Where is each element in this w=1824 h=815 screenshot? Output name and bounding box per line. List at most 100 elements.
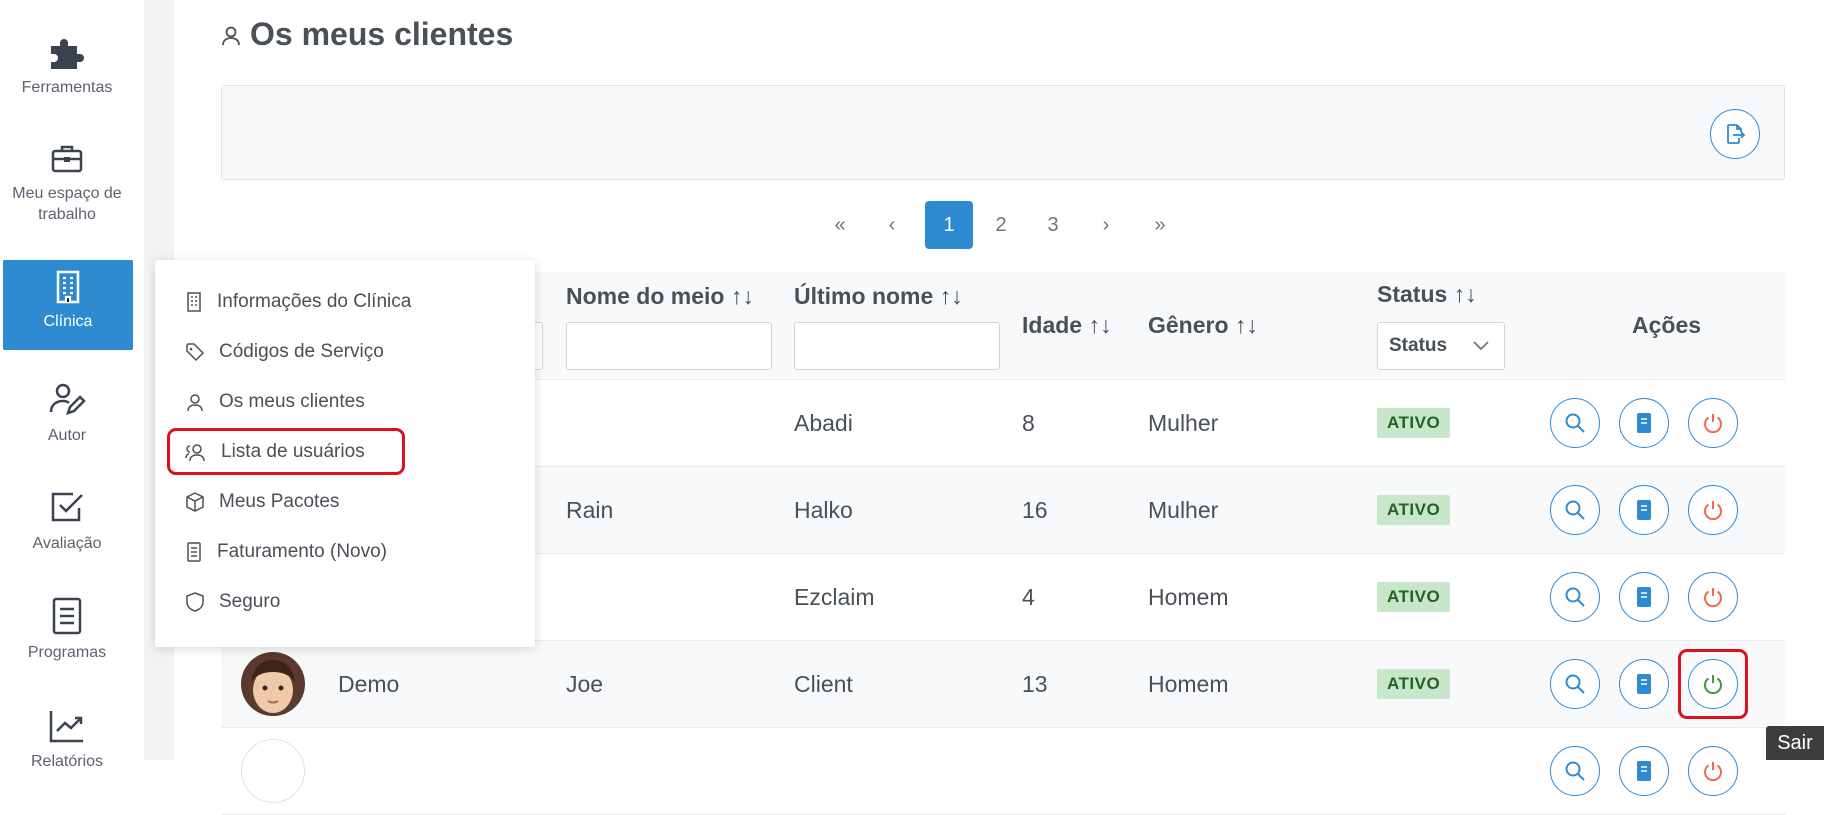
menu-item-label: Informações do Clínica <box>217 291 412 312</box>
chevron-down-icon <box>1473 341 1489 351</box>
search-icon <box>1565 761 1585 781</box>
cell-last-name: Abadi <box>794 409 853 436</box>
cell-last-name: Ezclaim <box>794 583 875 610</box>
page-title-text: Os meus clientes <box>250 16 514 52</box>
last-page-button[interactable]: » <box>1136 201 1184 249</box>
view-button[interactable] <box>1550 398 1600 448</box>
search-icon <box>1565 674 1585 694</box>
record-button[interactable] <box>1619 659 1669 709</box>
file-lines-icon <box>52 597 82 635</box>
clinic-menu: Informações do Clínica Códigos de Serviç… <box>155 260 535 647</box>
last-name-filter[interactable] <box>794 322 1000 370</box>
receipt-icon <box>187 542 201 562</box>
view-button[interactable] <box>1550 485 1600 535</box>
sidebar-item-programas[interactable]: Programas <box>0 597 134 663</box>
record-button[interactable] <box>1619 572 1669 622</box>
book-icon <box>1637 500 1651 520</box>
cell-last-name: Client <box>794 670 853 697</box>
deactivate-button[interactable] <box>1688 746 1738 796</box>
header-age[interactable]: Idade ↑↓ <box>1022 312 1111 339</box>
shield-icon <box>186 592 204 612</box>
cell-last-name: Halko <box>794 496 853 523</box>
deactivate-button[interactable] <box>1688 485 1738 535</box>
deactivate-button[interactable] <box>1688 398 1738 448</box>
cell-age: 8 <box>1022 409 1035 436</box>
menu-item-label: Códigos de Serviço <box>219 341 384 362</box>
cell-gender: Mulher <box>1148 496 1219 523</box>
child-photo-icon <box>241 652 305 716</box>
menu-item-insurance[interactable]: Seguro <box>185 587 280 617</box>
table-row: Demo Joe Client 13 Homem ATIVO <box>221 641 1785 728</box>
menu-item-service-codes[interactable]: Códigos de Serviço <box>185 337 384 367</box>
user-edit-icon <box>49 383 86 415</box>
sidebar-item-label: Autor <box>47 427 87 444</box>
check-square-icon <box>51 492 83 522</box>
power-icon <box>1704 762 1722 782</box>
status-badge: ATIVO <box>1377 408 1451 438</box>
box-icon <box>186 492 204 512</box>
user-icon <box>187 394 203 412</box>
record-button[interactable] <box>1619 398 1669 448</box>
next-page-button[interactable]: › <box>1082 201 1130 249</box>
header-status[interactable]: Status ↑↓ <box>1377 281 1477 308</box>
menu-item-label: Faturamento (Novo) <box>217 541 388 562</box>
book-icon <box>1637 587 1651 607</box>
view-button[interactable] <box>1550 659 1600 709</box>
table-row <box>221 728 1785 815</box>
cell-middle-name: Joe <box>566 670 604 697</box>
export-button[interactable] <box>1710 109 1760 159</box>
menu-item-label: Os meus clientes <box>219 391 365 412</box>
cell-gender: Homem <box>1148 583 1229 610</box>
building-icon <box>187 292 201 312</box>
sidebar-item-label: Relatórios <box>30 753 104 770</box>
briefcase-icon <box>51 145 83 173</box>
sidebar-item-autor[interactable]: Autor <box>0 382 134 446</box>
avatar <box>241 739 305 803</box>
deactivate-button[interactable] <box>1688 572 1738 622</box>
sidebar-item-label: Clínica <box>43 313 93 330</box>
search-icon <box>1565 413 1585 433</box>
view-button[interactable] <box>1550 572 1600 622</box>
book-icon <box>1637 761 1651 781</box>
cell-middle-name: Rain <box>566 496 614 523</box>
menu-item-billing[interactable]: Faturamento (Novo) <box>185 537 387 567</box>
menu-item-my-packages[interactable]: Meus Pacotes <box>185 487 339 517</box>
sidebar-item-ferramentas[interactable]: Ferramentas <box>0 30 134 98</box>
prev-page-button[interactable]: ‹ <box>868 201 916 249</box>
toolbar <box>221 85 1785 180</box>
status-filter-value: Status <box>1389 335 1448 356</box>
sidebar-item-label: Meu espaço de trabalho <box>12 185 122 223</box>
cell-gender: Homem <box>1148 670 1229 697</box>
book-icon <box>1637 674 1651 694</box>
cell-first-name: Demo <box>338 670 400 697</box>
sidebar: Ferramentas Meu espaço de trabalho Clíni… <box>0 0 144 770</box>
avatar <box>241 652 305 716</box>
header-middle-name[interactable]: Nome do meio ↑↓ <box>566 283 754 310</box>
header-gender[interactable]: Gênero ↑↓ <box>1148 312 1258 339</box>
first-page-button[interactable]: « <box>816 201 864 249</box>
record-button[interactable] <box>1619 746 1669 796</box>
page-1-button[interactable]: 1 <box>925 201 973 249</box>
book-icon <box>1637 413 1651 433</box>
sidebar-item-workspace[interactable]: Meu espaço de trabalho <box>0 140 134 225</box>
building-icon <box>56 270 80 304</box>
sidebar-item-clinica[interactable]: Clínica <box>3 260 133 350</box>
sidebar-item-label: Programas <box>27 644 107 661</box>
header-last-name[interactable]: Último nome ↑↓ <box>794 283 963 310</box>
header-actions: Ações <box>1632 312 1702 338</box>
power-icon <box>1704 588 1722 608</box>
menu-item-clinic-info[interactable]: Informações do Clínica <box>185 287 411 317</box>
middle-name-filter[interactable] <box>566 322 772 370</box>
sidebar-item-relatorios[interactable]: Relatórios <box>0 708 134 772</box>
page-3-button[interactable]: 3 <box>1029 201 1077 249</box>
record-button[interactable] <box>1619 485 1669 535</box>
status-badge: ATIVO <box>1377 582 1451 612</box>
menu-item-my-clients[interactable]: Os meus clientes <box>185 387 365 417</box>
status-badge: ATIVO <box>1377 495 1451 525</box>
power-icon <box>1704 414 1722 434</box>
status-badge: ATIVO <box>1377 669 1451 699</box>
view-button[interactable] <box>1550 746 1600 796</box>
page-2-button[interactable]: 2 <box>977 201 1025 249</box>
sidebar-item-avaliacao[interactable]: Avaliação <box>0 488 134 554</box>
status-filter-select[interactable]: Status <box>1377 322 1505 370</box>
